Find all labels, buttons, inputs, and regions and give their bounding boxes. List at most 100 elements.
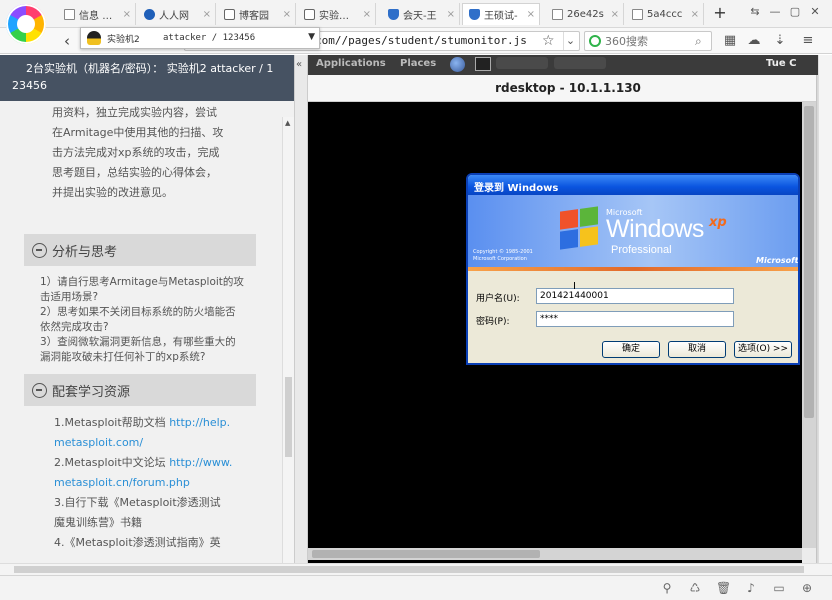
password-field[interactable]: **** [536,311,734,327]
close-icon[interactable]: × [527,9,535,20]
tab-6[interactable]: 26e42s × [546,3,624,25]
search-engine-icon[interactable] [589,35,601,47]
browser-logo-icon[interactable] [6,4,46,44]
scroll-thumb[interactable] [285,377,292,457]
tab-switch-icon[interactable]: ⇆ [748,5,762,19]
restore-icon[interactable]: ▢ [788,5,802,19]
tab-1[interactable]: 人人网 × [138,3,216,25]
ok-button[interactable]: 确定 [602,341,660,358]
sound-icon[interactable]: ♪ [744,581,758,595]
zoom-icon[interactable]: ⊕ [800,581,814,595]
trash-icon[interactable]: 🗑 [716,581,731,595]
search-input[interactable] [605,33,693,49]
tab-label: 信息 近 E [79,10,119,22]
close-icon[interactable]: × [283,9,291,20]
back-icon[interactable]: ‹ [58,32,76,50]
window-icon[interactable]: ▭ [772,581,786,595]
resource-link[interactable]: metasploit.cn/forum.php [54,476,190,489]
resource-link[interactable]: metasploit.com/ [54,436,143,449]
machine-select[interactable]: 实验机2 attacker / 123456 ▼ [80,27,320,49]
close-icon[interactable]: × [203,9,211,20]
brand-xp: xp [709,215,727,230]
intro-line: 思考题目，总结实验的心得体会， [52,166,217,179]
close-icon[interactable]: × [691,9,699,20]
tab-3[interactable]: 实验报告 × [298,3,376,25]
new-tab-button[interactable]: + [712,4,728,22]
panel-divider[interactable]: « [294,55,308,563]
password-label: 密码(P): [476,317,510,327]
search-box[interactable]: ⌕ [584,31,712,51]
gnome-top-panel: Applications Places Tue C [308,55,828,75]
close-window-icon[interactable]: ✕ [808,5,822,19]
xp-login-dialog: 登录到 Windows Microsoft Windows xp Profess… [466,173,800,365]
collapse-left-icon[interactable]: « [296,59,302,70]
menu-icon[interactable]: ≡ [800,33,816,49]
tab-4[interactable]: 会天-王 × [382,3,460,25]
applications-menu[interactable]: Applications [316,58,386,69]
rdp-vertical-scrollbar[interactable] [802,102,816,563]
windows-flag-icon [560,206,598,250]
chevron-down-icon[interactable]: ⌄ [563,32,577,50]
download-icon[interactable]: ⇣ [772,33,788,49]
rdp-horizontal-scrollbar[interactable] [308,548,802,560]
collapse-icon[interactable] [32,242,47,258]
resource-text: 1.Metasploit帮助文档 [54,416,170,429]
scroll-corner [802,548,816,563]
brand-edition: Professional [611,244,672,256]
terminal-icon[interactable] [475,57,491,71]
remote-desktop-view[interactable]: Applications Places Tue C rdesktop - 10.… [308,55,828,563]
intro-line: 在Armitage中使用其他的扫描、攻 [52,126,224,139]
tab-5-active[interactable]: 王硕试- × [462,3,540,25]
places-menu[interactable]: Places [400,58,436,69]
scroll-thumb[interactable] [14,566,804,573]
status-bar: ⚲ ♺ 🗑 ♪ ▭ ⊕ [0,575,832,600]
scroll-thumb[interactable] [312,550,540,558]
resource-link[interactable]: http://www. [169,456,232,469]
tab-label: 人人网 [159,10,189,22]
bookmark-star-icon[interactable]: ☆ [542,32,558,50]
question-line: 漏洞能攻破未打任何补丁的xp系统? [40,351,206,363]
tab-7[interactable]: 5a4ccc × [626,3,704,25]
search-icon[interactable]: ⌕ [695,34,709,48]
cancel-button[interactable]: 取消 [668,341,726,358]
copyright-text: Copyright © 1985-2001 Microsoft Corporat… [473,249,533,262]
username-field[interactable]: 201421440001 [536,288,734,304]
left-scrollbar[interactable]: ▲ [282,117,294,563]
close-icon[interactable]: × [447,9,455,20]
scroll-thumb[interactable] [804,106,814,418]
tab-label: 实验报告 [319,10,359,22]
close-icon[interactable]: × [363,9,371,20]
question-line: 3）查阅微软漏洞更新信息，有哪些重大的 [40,336,236,348]
tab-2[interactable]: 博客园 × [218,3,296,25]
minimize-icon[interactable]: — [768,5,782,19]
collapse-icon[interactable] [32,382,47,398]
taskbar-item[interactable] [496,57,548,69]
close-icon[interactable]: × [123,9,131,20]
tab-bar: 信息 近 E × 人人网 × 博客园 × 实验报告 × 会天-王 × 王硕试- … [0,0,832,44]
renren-icon [144,8,155,20]
tab-0[interactable]: 信息 近 E × [58,3,136,25]
xp-banner: Microsoft Windows xp Professional Copyri… [468,195,798,267]
clock[interactable]: Tue C [766,58,796,69]
resource-link[interactable]: http://help. [169,416,230,429]
cloud-icon[interactable]: ☁ [746,33,762,49]
page-vertical-scrollbar[interactable] [818,55,832,563]
apps-grid-icon[interactable]: ▦ [722,33,738,49]
close-icon[interactable]: × [611,9,619,20]
intro-line: 并提出实验的改进意见。 [52,186,173,199]
page-horizontal-scrollbar[interactable] [0,563,832,575]
document-icon [632,8,643,20]
analysis-questions: 1）请自行思考Armitage与Metasploit的攻 击适用场景? 2）思考… [40,275,252,365]
dropdown-caret-icon[interactable]: ▼ [308,32,315,42]
taskbar-item[interactable] [554,57,606,69]
resources-section-header[interactable]: 配套学习资源 [24,374,256,406]
scroll-up-icon[interactable]: ▲ [285,119,290,127]
dialog-title: 登录到 Windows [468,175,798,195]
share-icon[interactable]: ♺ [688,581,702,595]
analysis-section-header[interactable]: 分析与思考 [24,234,256,266]
options-button[interactable]: 选项(O) >> [734,341,792,358]
web-browser-icon[interactable] [450,57,465,72]
pin-icon[interactable]: ⚲ [660,581,674,595]
resource-text: 2.Metasploit中文论坛 [54,456,170,469]
resource-item: 3.自行下载《Metasploit渗透测试 [54,493,254,513]
